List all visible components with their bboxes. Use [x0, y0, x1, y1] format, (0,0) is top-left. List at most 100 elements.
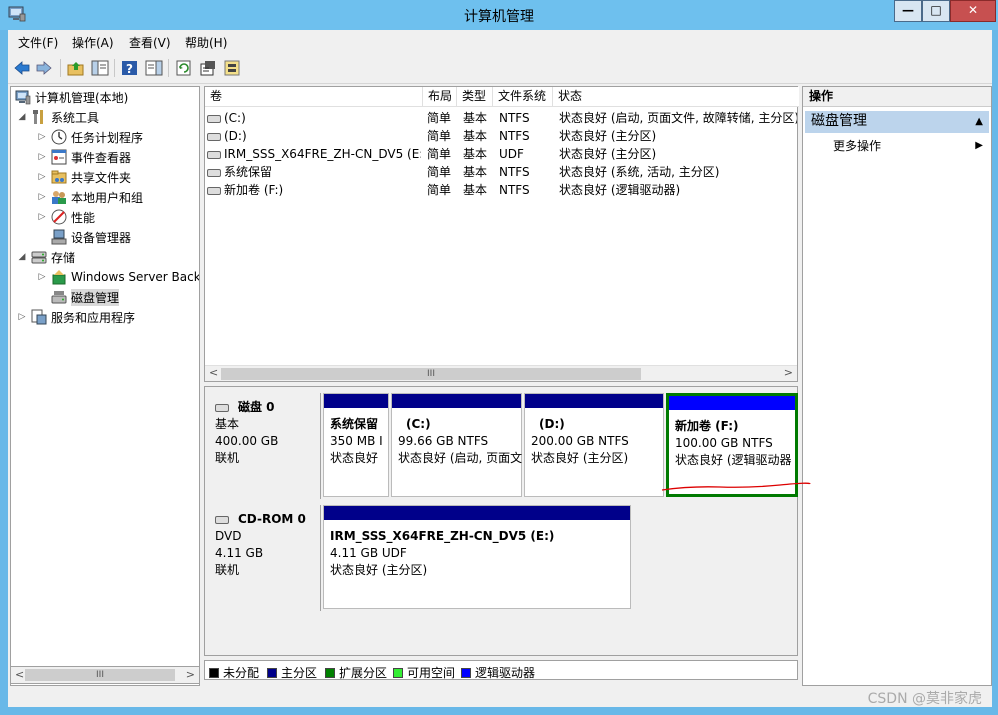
column-header-type[interactable]: 类型	[457, 87, 493, 107]
volume-name: (C:)	[224, 111, 246, 125]
partition-block[interactable]: (D:) 200.00 GB NTFS 状态良好 (主分区)	[524, 393, 664, 497]
scroll-thumb[interactable]: III	[221, 368, 641, 380]
tree-item-services-apps[interactable]: ▷ 服务和应用程序	[17, 307, 135, 327]
minimize-button[interactable]: —	[894, 0, 922, 22]
legend-label: 可用空间	[407, 666, 456, 680]
tree-item-root[interactable]: 计算机管理(本地)	[15, 87, 128, 107]
disk-row[interactable]: CD-ROM 0 DVD 4.11 GB 联机 IRM_SSS_X64FRE_Z…	[207, 505, 797, 611]
device-manager-icon	[51, 229, 67, 245]
column-header-layout[interactable]: 布局	[423, 87, 457, 107]
tree-item-local-users[interactable]: ▷ 本地用户和组	[37, 187, 143, 207]
status-bar: CSDN @莫非家虎	[8, 686, 992, 707]
expand-arrow-icon[interactable]: ▷	[37, 172, 47, 182]
legend-swatch	[209, 667, 219, 678]
partition-type-bar	[669, 396, 795, 410]
expand-arrow-icon[interactable]: ▷	[37, 192, 47, 202]
close-button[interactable]: ✕	[950, 0, 996, 22]
maximize-button[interactable]: □	[922, 0, 950, 22]
column-header-filesystem[interactable]: 文件系统	[493, 87, 553, 107]
volume-type: 基本	[463, 165, 488, 179]
tree-item-system-tools[interactable]: ◢ 系统工具	[17, 107, 99, 127]
disk-row[interactable]: 磁盘 0 基本 400.00 GB 联机 系统保留 350 MB I 状态良好	[207, 393, 798, 499]
disk-info[interactable]: 磁盘 0 基本 400.00 GB 联机	[207, 393, 321, 499]
menu-view[interactable]: 查看(V)	[129, 34, 171, 51]
tree-item-windows-backup[interactable]: ▷ Windows Server Back	[37, 267, 199, 287]
scroll-right-icon[interactable]: >	[186, 668, 195, 681]
expand-arrow-icon[interactable]: ▷	[37, 272, 47, 282]
tree-horizontal-scrollbar[interactable]: < III >	[10, 666, 200, 684]
partition-type-bar	[324, 506, 630, 520]
scroll-left-icon[interactable]: <	[209, 366, 218, 379]
partition-block-selected[interactable]: 新加卷 (F:) 100.00 GB NTFS 状态良好 (逻辑驱动器	[666, 393, 798, 497]
partition-block[interactable]: 系统保留 350 MB I 状态良好	[323, 393, 389, 497]
volume-name: 系统保留	[224, 165, 273, 179]
column-header-volume[interactable]: 卷	[205, 87, 423, 107]
menu-help[interactable]: 帮助(H)	[185, 34, 227, 51]
menu-file[interactable]: 文件(F)	[18, 34, 58, 51]
table-row[interactable]: 新加卷 (F:) 简单 基本 NTFS 状态良好 (逻辑驱动器)	[205, 181, 799, 199]
tree-item-task-scheduler[interactable]: ▷ 任务计划程序	[37, 127, 143, 147]
expand-arrow-icon[interactable]: ▷	[37, 212, 47, 222]
disk-info[interactable]: CD-ROM 0 DVD 4.11 GB 联机	[207, 505, 321, 611]
volume-layout: 简单	[427, 147, 452, 161]
tree-item-performance[interactable]: ▷ 性能	[37, 207, 95, 227]
table-row[interactable]: 系统保留 简单 基本 NTFS 状态良好 (系统, 活动, 主分区)	[205, 163, 799, 181]
tree-item-disk-management[interactable]: 磁盘管理	[51, 287, 120, 307]
legend-item: 可用空间	[393, 664, 455, 681]
partition-status: 状态良好 (主分区)	[330, 563, 428, 577]
partition-block[interactable]: IRM_SSS_X64FRE_ZH-CN_DV5 (E:) 4.11 GB UD…	[323, 505, 631, 609]
show-hide-action-pane-icon[interactable]	[144, 58, 164, 78]
refresh-icon[interactable]	[174, 58, 194, 78]
tree-item-label: 性能	[71, 210, 96, 225]
client-area: 文件(F) 操作(A) 查看(V) 帮助(H) ? 计算机管理(本地) ◢ 系统…	[8, 30, 992, 707]
scroll-thumb[interactable]: III	[25, 669, 175, 681]
action-group-label: 磁盘管理	[811, 113, 867, 129]
disk-type: 基本	[215, 417, 240, 431]
volume-filesystem: NTFS	[499, 111, 530, 125]
column-header-status[interactable]: 状态	[553, 87, 799, 107]
partition-status: 状态良好 (启动, 页面文	[398, 451, 522, 465]
tree-item-device-manager[interactable]: 设备管理器	[51, 227, 131, 247]
partition-block[interactable]: (C:) 99.66 GB NTFS 状态良好 (启动, 页面文	[391, 393, 522, 497]
watermark: CSDN @莫非家虎	[867, 691, 982, 707]
menu-action[interactable]: 操作(A)	[72, 34, 114, 51]
volume-list-header: 卷 布局 类型 文件系统 状态	[205, 87, 799, 107]
expand-arrow-icon[interactable]: ▷	[17, 312, 27, 322]
properties-icon[interactable]	[198, 58, 218, 78]
table-row[interactable]: IRM_SSS_X64FRE_ZH-CN_DV5 (E:) 简单 基本 UDF …	[205, 145, 799, 163]
tree-item-label: 服务和应用程序	[51, 310, 136, 325]
tree-item-shared-folders[interactable]: ▷ 共享文件夹	[37, 167, 131, 187]
volume-status: 状态良好 (系统, 活动, 主分区)	[559, 165, 720, 179]
performance-icon	[51, 209, 67, 225]
volume-name: (D:)	[224, 129, 247, 143]
tree-item-label: 共享文件夹	[71, 170, 132, 185]
disk-properties-icon[interactable]	[222, 58, 242, 78]
table-row[interactable]: (D:) 简单 基本 NTFS 状态良好 (主分区)	[205, 127, 799, 145]
cd-rom-icon	[215, 515, 229, 524]
volume-name: 新加卷 (F:)	[224, 183, 284, 197]
disk-state: 联机	[215, 563, 240, 577]
forward-icon[interactable]	[34, 58, 54, 78]
back-icon[interactable]	[12, 58, 32, 78]
partition-title: 新加卷 (F:)	[675, 419, 739, 433]
scroll-right-icon[interactable]: >	[784, 366, 793, 379]
partition-type-bar	[525, 394, 663, 408]
volume-type: 基本	[463, 147, 488, 161]
tree-item-storage[interactable]: ◢ 存储	[17, 247, 75, 267]
expand-arrow-icon[interactable]: ▷	[37, 152, 47, 162]
volume-list-horizontal-scrollbar[interactable]: < III >	[205, 365, 797, 381]
up-folder-icon[interactable]	[66, 58, 86, 78]
console-tree: 计算机管理(本地) ◢ 系统工具 ▷ 任务计划程序 ▷ 事件查看器 ▷ 共享文件…	[10, 86, 200, 686]
action-group-disk-management[interactable]: 磁盘管理 ▲	[805, 111, 989, 133]
help-icon[interactable]: ?	[120, 58, 140, 78]
show-hide-tree-icon[interactable]	[90, 58, 110, 78]
more-actions-item[interactable]: 更多操作 ▶	[833, 137, 983, 155]
partition-size: 200.00 GB NTFS	[531, 434, 629, 448]
collapse-arrow-icon[interactable]: ◢	[17, 252, 27, 262]
collapse-up-icon[interactable]: ▲	[975, 111, 983, 132]
expand-arrow-icon[interactable]: ▷	[37, 132, 47, 142]
collapse-arrow-icon[interactable]: ◢	[17, 112, 27, 122]
scroll-left-icon[interactable]: <	[15, 668, 24, 681]
tree-item-event-viewer[interactable]: ▷ 事件查看器	[37, 147, 131, 167]
table-row[interactable]: (C:) 简单 基本 NTFS 状态良好 (启动, 页面文件, 故障转储, 主分…	[205, 109, 799, 127]
